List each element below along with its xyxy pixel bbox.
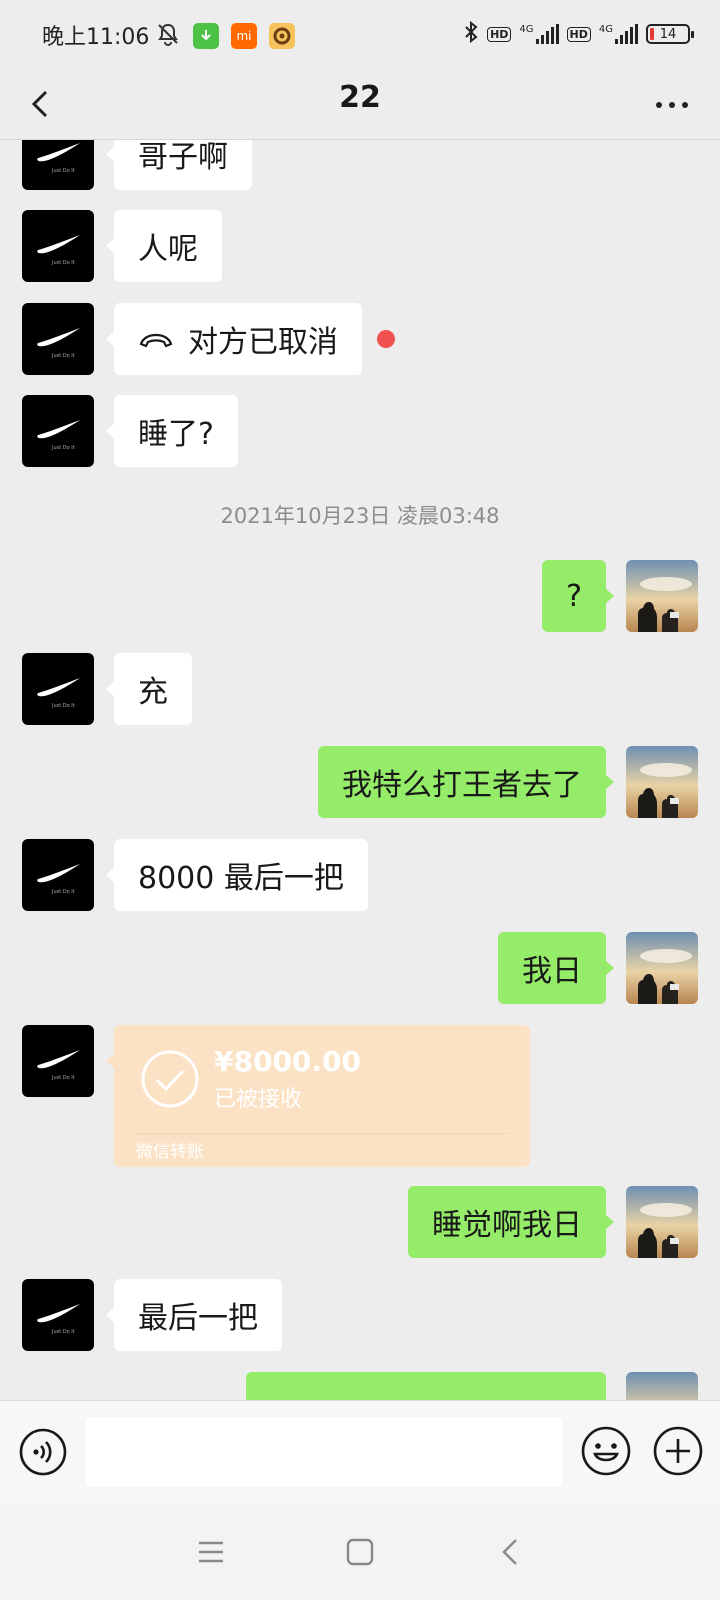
my-message-bubble[interactable]: 我特么打王者去了 — [318, 746, 614, 818]
timestamp: 2021年10月23日 凌晨03:48 — [220, 504, 500, 528]
back-icon — [502, 1539, 517, 1565]
transfer-amount: ¥8000.00 — [214, 1045, 362, 1078]
unread-dot — [377, 330, 395, 348]
bluetooth-icon — [463, 20, 479, 47]
contact-avatar[interactable]: Just Do It — [22, 653, 94, 725]
hangup-icon — [138, 322, 174, 357]
svg-text:Just Do It: Just Do It — [51, 1329, 75, 1335]
mute-bell-icon — [155, 21, 181, 51]
divider — [136, 1133, 508, 1134]
my-avatar[interactable] — [626, 746, 698, 818]
contact-avatar[interactable]: Just Do It — [22, 1025, 94, 1097]
mi-icon: mi — [231, 23, 257, 49]
hd-badge: HD — [566, 26, 591, 42]
svg-text:Just Do It: Just Do It — [51, 889, 75, 895]
my-message-bubble[interactable]: ? — [542, 560, 614, 632]
transfer-label: 微信转账 — [136, 1142, 204, 1162]
system-nav-bar — [0, 1504, 720, 1600]
status-left-icons: mi — [155, 21, 295, 51]
input-bar — [0, 1400, 720, 1504]
status-time: 晚上11:06 — [42, 25, 150, 50]
call-cancelled-bubble[interactable]: 对方已取消 — [106, 303, 362, 375]
more-options-button[interactable] — [652, 90, 692, 120]
status-right-icons: HD 4G HD 4G 14 — [463, 20, 694, 47]
transfer-status: 已被接收 — [214, 1087, 303, 1112]
svg-text:Just Do It: Just Do It — [51, 445, 75, 451]
svg-text:Just Do It: Just Do It — [51, 353, 75, 359]
voice-icon — [19, 1428, 67, 1476]
home-icon — [346, 1538, 374, 1566]
my-avatar[interactable] — [626, 1186, 698, 1258]
download-icon — [193, 23, 219, 49]
my-avatar[interactable] — [626, 560, 698, 632]
signal-icon: 4G — [599, 24, 638, 44]
battery-icon: 14 — [646, 24, 694, 44]
hd-badge: HD — [487, 26, 512, 42]
contact-avatar[interactable]: Just Do It — [22, 839, 94, 911]
svg-text:Just Do It: Just Do It — [51, 168, 75, 174]
status-bar: 晚上11:06 mi HD 4G HD 4G 14 — [0, 0, 720, 68]
my-avatar[interactable] — [626, 932, 698, 1004]
app-icon — [269, 23, 295, 49]
chat-title: 22 — [339, 80, 381, 115]
nav-back-button[interactable] — [494, 1534, 530, 1570]
contact-avatar[interactable]: Just Do It — [22, 140, 94, 190]
svg-text:Just Do It: Just Do It — [51, 703, 75, 709]
plus-button[interactable] — [652, 1425, 704, 1477]
message-bubble[interactable]: 人呢 — [106, 210, 222, 282]
signal-icon: 4G — [519, 24, 559, 44]
plus-icon — [653, 1426, 703, 1476]
emoji-button[interactable] — [580, 1425, 632, 1477]
message-input[interactable] — [86, 1417, 562, 1487]
contact-avatar[interactable]: Just Do It — [22, 303, 94, 375]
my-avatar[interactable] — [626, 1372, 698, 1400]
contact-avatar[interactable]: Just Do It — [22, 210, 94, 282]
menu-button[interactable] — [193, 1534, 229, 1570]
message-list[interactable]: Just Do It 哥子啊 Just Do It 人呢 Just Do It … — [0, 140, 720, 1400]
transfer-card[interactable]: ¥8000.00 已被接收 微信转账 — [106, 1025, 530, 1167]
svg-text:Just Do It: Just Do It — [51, 260, 75, 266]
contact-avatar[interactable]: Just Do It — [22, 395, 94, 467]
emoji-icon — [581, 1426, 631, 1476]
message-bubble[interactable]: 8000 最后一把 — [106, 839, 368, 911]
check-circle-icon — [141, 1050, 199, 1108]
chat-header: 22 — [0, 68, 720, 140]
svg-text:Just Do It: Just Do It — [51, 1075, 75, 1081]
contact-avatar[interactable]: Just Do It — [22, 1279, 94, 1351]
my-message-bubble[interactable]: 睡觉啊我日 — [408, 1186, 614, 1258]
my-message-bubble[interactable]: 我日 — [498, 932, 614, 1004]
message-bubble[interactable]: 哥子啊 — [106, 140, 252, 190]
ellipsis-icon — [656, 102, 662, 108]
my-message-bubble[interactable] — [246, 1372, 606, 1400]
menu-icon — [199, 1541, 223, 1563]
message-bubble[interactable]: 充 — [106, 653, 192, 725]
message-bubble[interactable]: 睡了? — [106, 395, 238, 467]
home-button[interactable] — [342, 1534, 378, 1570]
voice-button[interactable] — [18, 1427, 68, 1477]
message-bubble[interactable]: 最后一把 — [106, 1279, 282, 1351]
